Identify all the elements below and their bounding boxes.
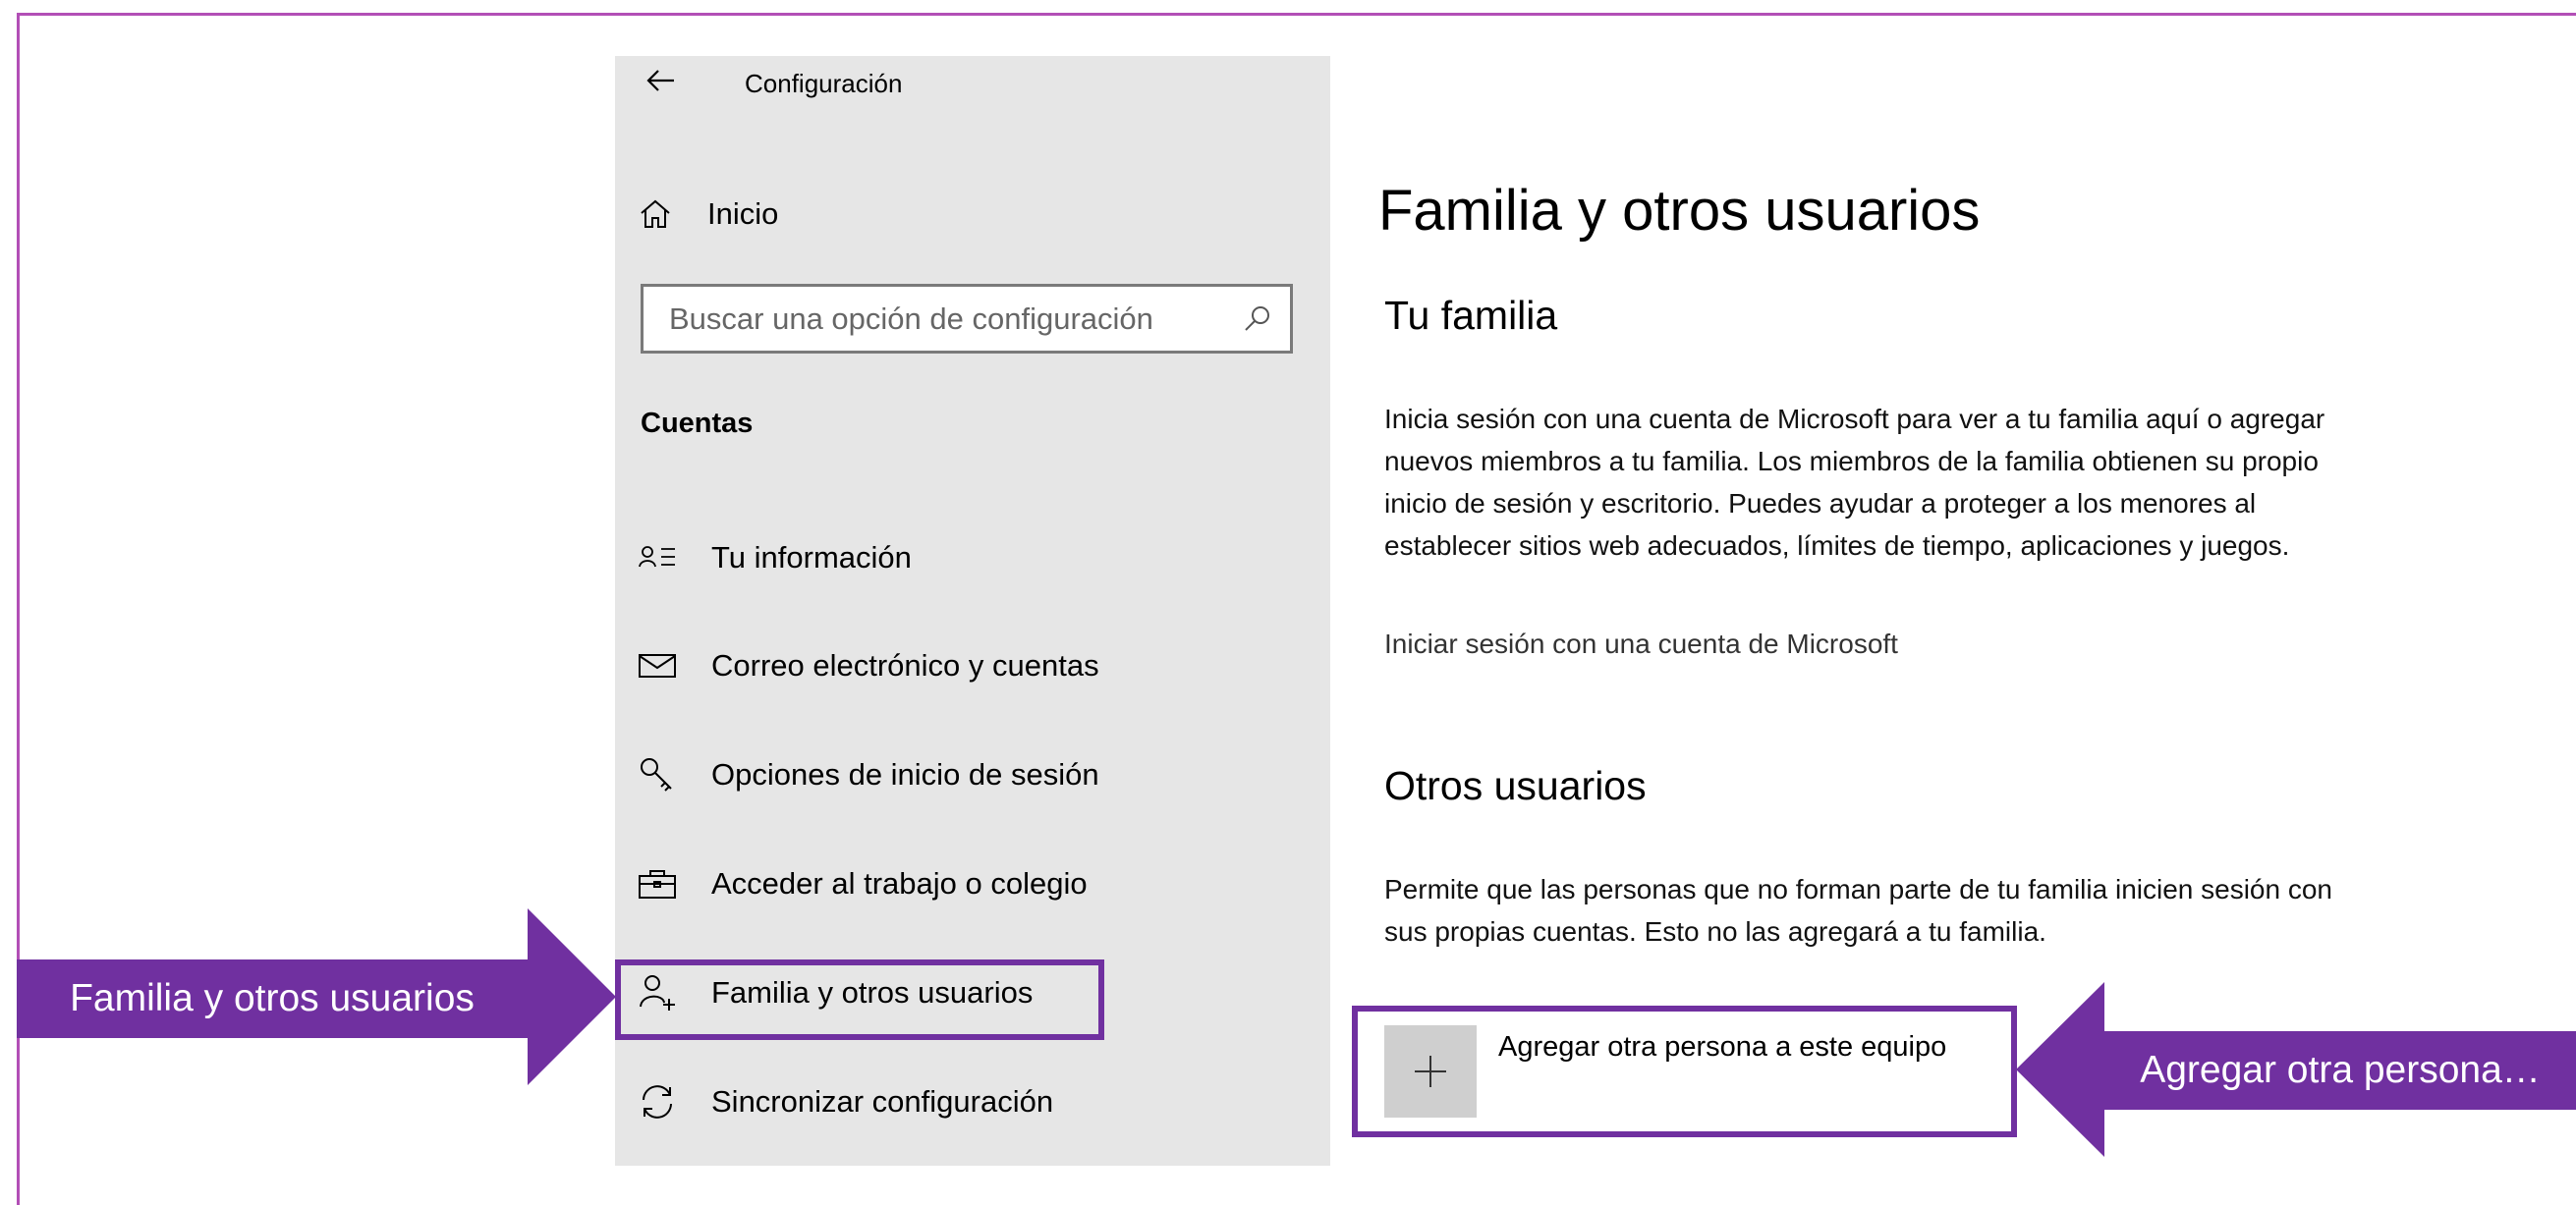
sidebar-item-inicio-sesion[interactable]: Opciones de inicio de sesión [637,747,1148,802]
callout-agregar: Agregar otra persona… [2016,982,2576,1157]
sidebar-item-label: Sincronizar configuración [711,1084,1054,1119]
nav-home-label: Inicio [707,196,779,231]
home-icon [641,199,670,228]
search-input[interactable] [667,300,1221,338]
sidebar-item-label: Tu información [711,540,912,575]
callout-agregar-text: Agregar otra persona… [2140,1049,2541,1091]
callout-familia-text: Familia y otros usuarios [70,977,475,1019]
key-icon [637,754,678,795]
sidebar-item-tu-informacion[interactable]: Tu información [637,530,1148,585]
sidebar-item-correo[interactable]: Correo electrónico y cuentas [637,638,1148,693]
add-person-button[interactable] [1384,1025,1477,1118]
sync-icon [637,1081,678,1123]
search-icon[interactable] [1243,304,1272,334]
settings-search[interactable] [641,284,1293,354]
mail-icon [637,645,678,686]
plus-icon [1415,1056,1446,1087]
sidebar-item-label: Opciones de inicio de sesión [711,757,1099,792]
highlight-familia [615,959,1104,1040]
app-title: Configuración [745,69,903,98]
section-title: Cuentas [641,408,754,439]
callout-familia: Familia y otros usuarios [17,908,616,1085]
sidebar-item-sincronizar[interactable]: Sincronizar configuración [637,1074,1148,1129]
back-arrow-icon[interactable] [644,63,678,98]
page-title: Familia y otros usuarios [1378,179,1981,243]
add-person-label[interactable]: Agregar otra persona a este equipo [1498,1031,1946,1064]
others-heading: Otros usuarios [1384,763,1647,808]
sidebar-item-label: Acceder al trabajo o colegio [711,866,1088,901]
others-description: Permite que las personas que no forman p… [1384,874,2332,947]
microsoft-signin-link[interactable]: Iniciar sesión con una cuenta de Microso… [1384,629,1898,660]
briefcase-icon [637,863,678,904]
sidebar-item-label: Correo electrónico y cuentas [711,648,1099,683]
family-heading: Tu familia [1384,293,1558,338]
nav-home[interactable]: Inicio [639,192,778,236]
family-description: Inicia sesión con una cuenta de Microsof… [1384,404,2325,561]
sidebar-item-trabajo[interactable]: Acceder al trabajo o colegio [637,856,1148,911]
user-info-icon [637,537,678,578]
